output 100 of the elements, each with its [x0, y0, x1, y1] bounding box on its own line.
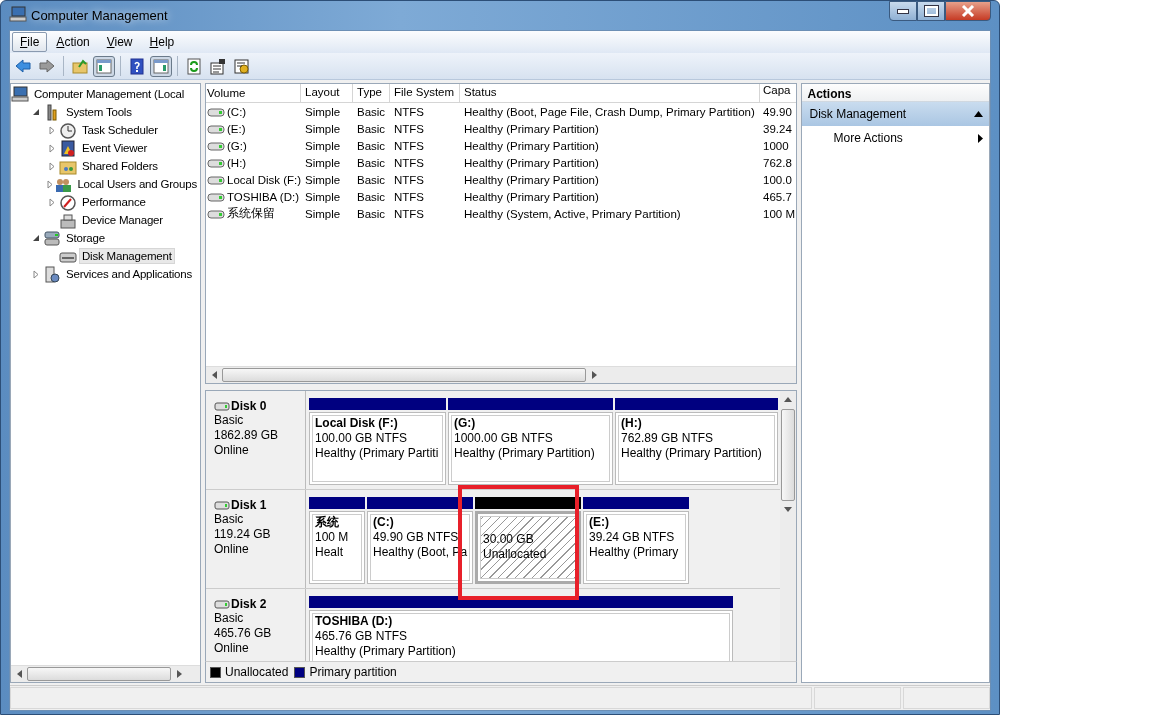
- partition[interactable]: TOSHIBA (D:) 465.76 GB NTFS Healthy (Primary Partition): [309, 610, 733, 661]
- table-cell-text: Basic: [356, 122, 387, 135]
- partition-status: Healthy (Primary: [589, 545, 680, 560]
- tree-item[interactable]: Device Manager: [79, 212, 166, 228]
- drive-icon: [207, 140, 225, 151]
- partition-size: 49.90 GB NTFS: [373, 530, 460, 545]
- column-header[interactable]: Volume: [206, 84, 301, 102]
- table-cell: Local Disk (F:): [227, 173, 302, 186]
- menu-item[interactable]: View: [98, 32, 141, 52]
- tree-item[interactable]: Services and Applications: [63, 266, 196, 282]
- tree-item[interactable]: Task Scheduler: [79, 122, 161, 138]
- column-header[interactable]: Status: [460, 84, 760, 102]
- folder-icon: [71, 57, 89, 75]
- column-header[interactable]: Capa: [760, 84, 796, 102]
- partition-size: 1000.00 GB NTFS: [454, 431, 554, 446]
- legend-label: Unallocated: [225, 665, 289, 679]
- expanded-arrow-icon[interactable]: [32, 234, 40, 242]
- disk-status: Online: [214, 443, 250, 458]
- partition-status: Healthy (Primary Partition): [454, 446, 596, 461]
- table-cell-text: 100 M: [762, 207, 796, 220]
- partition-size: 762.89 GB NTFS: [621, 431, 715, 446]
- partition[interactable]: (G:) 1000.00 GB NTFS Healthy (Primary Partition): [448, 412, 613, 485]
- table-cell-text: 1000: [762, 139, 790, 152]
- scroll-up-icon[interactable]: [784, 396, 793, 402]
- panel-icon: [95, 57, 113, 75]
- collapsed-arrow-icon[interactable]: [45, 179, 54, 189]
- scroll-down-icon[interactable]: [784, 506, 793, 512]
- partition[interactable]: 30.00 GB Unallocated: [475, 511, 581, 584]
- table-cell: (H:): [227, 156, 247, 169]
- partition[interactable]: (H:) 762.89 GB NTFS Healthy (Primary Partition): [615, 412, 778, 485]
- table-cell-text: Healthy (Primary Partition): [463, 139, 600, 152]
- table-cell: 系统保留: [227, 206, 275, 221]
- tree-item[interactable]: Performance: [79, 194, 149, 210]
- table-cell-text: Basic: [356, 139, 387, 152]
- menu-item[interactable]: Action: [48, 32, 98, 52]
- horizontal-scrollbar[interactable]: [11, 665, 200, 682]
- vertical-scrollbar[interactable]: [780, 391, 797, 661]
- table-cell-text: NTFS: [393, 207, 426, 220]
- action-section-header[interactable]: Disk Management: [802, 102, 989, 126]
- partition-status: Unallocated: [483, 547, 548, 562]
- scroll-left-icon[interactable]: [211, 371, 217, 379]
- partition-title: (C:): [373, 515, 395, 530]
- partition-status: Healthy (Primary Partiti: [315, 446, 440, 461]
- drive-icon: [207, 174, 225, 185]
- drive-icon: [207, 191, 225, 202]
- partition-title: (H:): [621, 416, 643, 431]
- expanded-arrow-icon[interactable]: [32, 108, 40, 116]
- disk-type: Basic: [214, 611, 245, 626]
- window-title: Computer Management: [31, 8, 168, 23]
- partition-size: 100 M: [315, 530, 350, 545]
- table-cell-text: 39.24: [762, 122, 793, 135]
- table-cell-text: Simple: [304, 207, 342, 220]
- partition[interactable]: (E:) 39.24 GB NTFS Healthy (Primary: [583, 511, 689, 584]
- table-cell-text: 49.90: [762, 105, 793, 118]
- table-cell: (E:): [227, 122, 246, 135]
- tree-item[interactable]: Disk Management: [79, 248, 175, 264]
- collapsed-arrow-icon[interactable]: [48, 161, 56, 171]
- table-cell-text: Healthy (Primary Partition): [463, 156, 600, 169]
- drive-icon: [207, 123, 225, 134]
- computer-icon: [11, 85, 29, 103]
- menu-item[interactable]: Help: [141, 32, 183, 52]
- partition-status: Healt: [315, 545, 344, 560]
- table-cell-text: Healthy (Primary Partition): [463, 173, 600, 186]
- collapsed-arrow-icon[interactable]: [48, 125, 56, 135]
- menu-item[interactable]: File: [12, 32, 48, 52]
- gauge-icon: [59, 193, 77, 211]
- column-header[interactable]: Type: [353, 84, 390, 102]
- partition-title: 系统: [315, 515, 340, 530]
- column-header[interactable]: Layout: [301, 84, 353, 102]
- maximize-button[interactable]: [917, 1, 945, 21]
- collapsed-arrow-icon[interactable]: [32, 269, 40, 279]
- table-cell-text: NTFS: [393, 105, 426, 118]
- drive-icon: [207, 106, 225, 117]
- tree-item[interactable]: Storage: [63, 230, 108, 246]
- drive-icon: [207, 157, 225, 168]
- action-item[interactable]: More Actions: [802, 126, 989, 150]
- scroll-left-icon[interactable]: [16, 670, 22, 678]
- tree-item[interactable]: Event Viewer: [79, 140, 151, 156]
- partition-title: (G:): [454, 416, 477, 431]
- table-cell-text: Healthy (Primary Partition): [463, 190, 600, 203]
- help-icon: [128, 57, 146, 75]
- minimize-button[interactable]: [889, 1, 917, 21]
- table-cell-text: Basic: [356, 173, 387, 186]
- table-cell-text: NTFS: [393, 190, 426, 203]
- refresh-icon: [185, 57, 203, 75]
- column-header[interactable]: File System: [390, 84, 460, 102]
- tree-item[interactable]: Shared Folders: [79, 158, 161, 174]
- collapsed-arrow-icon[interactable]: [48, 143, 56, 153]
- tree-item[interactable]: System Tools: [63, 104, 135, 120]
- scroll-right-icon[interactable]: [176, 670, 182, 678]
- legend-label: Primary partition: [309, 665, 397, 679]
- horizontal-scrollbar[interactable]: [206, 366, 797, 383]
- partition[interactable]: Local Disk (F:) 100.00 GB NTFS Healthy (Primary Partiti: [309, 412, 446, 485]
- tree-item[interactable]: Local Users and Groups: [74, 176, 200, 192]
- close-button[interactable]: [945, 1, 991, 21]
- collapsed-arrow-icon[interactable]: [48, 197, 56, 207]
- scroll-right-icon[interactable]: [591, 371, 597, 379]
- tree-item[interactable]: Computer Management (Local: [31, 86, 188, 102]
- table-cell-text: Simple: [304, 190, 342, 203]
- partition[interactable]: 系统 100 M Healt: [309, 511, 365, 584]
